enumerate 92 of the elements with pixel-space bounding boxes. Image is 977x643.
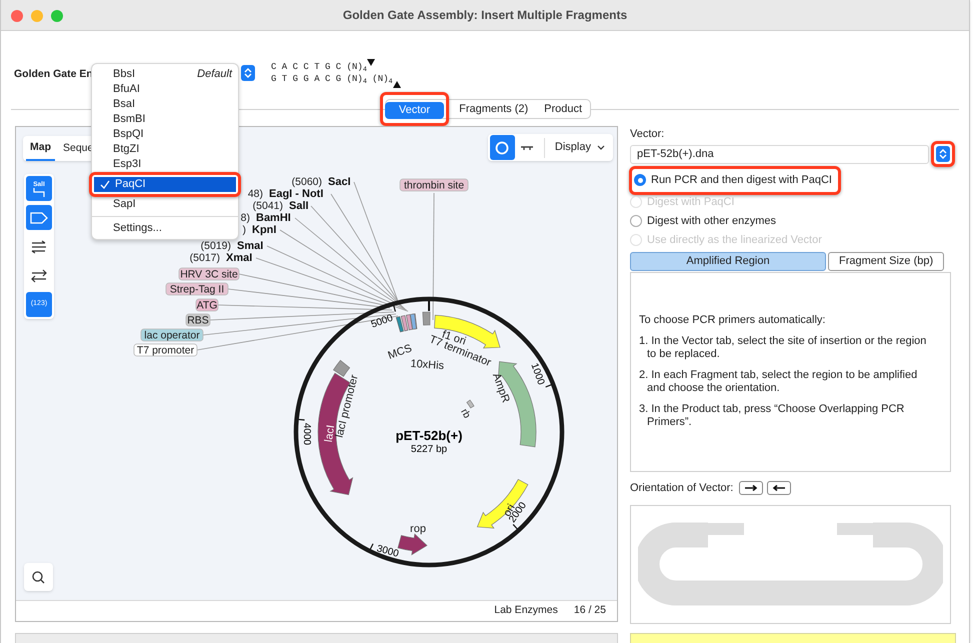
cut-site-icon (32, 188, 46, 196)
enzyme-position: (5019) (200, 240, 231, 252)
opposing-arrows-icon (31, 268, 47, 282)
radio-button[interactable] (634, 174, 646, 186)
reverse-orientation-button[interactable] (767, 481, 792, 495)
feature-tag: lac operator (140, 328, 204, 342)
tab[interactable]: Product (536, 100, 590, 118)
enzyme-position: ) (242, 224, 246, 236)
feature-label: lacI promoter (334, 374, 361, 439)
radio-option[interactable]: Digest with other enzymes (630, 212, 956, 230)
enzyme-name: XmaI (226, 252, 252, 264)
instruction-step: 3. In the Product tab, press “Choose Overlapping PCR Primers”. (639, 403, 936, 429)
plasmid-size: 5227 bp (410, 444, 448, 455)
vector-label: Vector: (630, 127, 666, 142)
menu-item[interactable]: BspQI (92, 127, 238, 142)
plasmid-name: pET-52b(+) (396, 428, 462, 443)
enzyme-count: 16 / 25 (574, 603, 606, 618)
feature-tag: thrombin site (400, 178, 468, 192)
enzyme-name: SalI (289, 200, 309, 212)
segment-button[interactable]: Fragment Size (bp) (828, 252, 944, 270)
tick-mark (370, 544, 374, 550)
tick-mark (393, 306, 396, 312)
tick-mark (298, 418, 305, 421)
enzyme-position: (5060) (292, 176, 322, 188)
search-icon (32, 570, 45, 584)
window-title: Golden Gate Assembly: Insert Multiple Fragments (342, 7, 628, 24)
chevron-up-down-icon (244, 68, 252, 78)
enzyme-position: (5017) (190, 252, 220, 264)
feature-tag: T7 promoter (134, 344, 198, 356)
recognition-site-bottom: G T G G A C G (N)$_{4}$ (N)$_{4}$ (271, 73, 393, 85)
menu-item[interactable]: Esp3I (92, 157, 238, 172)
orientation-label: Orientation of Vector: (630, 480, 734, 496)
menu-item[interactable]: BsmBI (92, 112, 238, 127)
cut-mark-icon (366, 59, 375, 66)
feature-arrow-icon (30, 212, 48, 224)
instruction-step: 2. In each Fragment tab, select the region to be amplified and choose the orientation. (639, 369, 936, 395)
feature-label: 10xHis (410, 358, 444, 372)
radio-button[interactable] (630, 215, 642, 227)
menu-item[interactable]: PaqCI (94, 177, 236, 192)
tick-mark (545, 384, 552, 388)
enzyme-select-stepper[interactable] (241, 65, 255, 81)
feature-tag: ATG (196, 298, 218, 312)
segment-button[interactable]: Amplified Region (630, 252, 826, 270)
circle-icon (495, 140, 510, 154)
tick-label: 1000 (528, 362, 546, 386)
radio-option[interactable]: Run PCR and then digest with PaqCI (634, 170, 832, 190)
vector-select-stepper[interactable] (936, 146, 950, 162)
instructions-intro: To choose PCR primers automatically: (639, 314, 826, 327)
linear-icon (521, 144, 534, 150)
enzyme-position: 8) (240, 212, 250, 224)
menu-item[interactable]: SapI (92, 197, 238, 212)
feature-tag: HRV 3C site (178, 268, 240, 280)
feature-label: rop (410, 523, 426, 535)
instruction-step: 1. In the Vector tab, select the site of insertion or the region to be replaced. (639, 335, 936, 361)
stacked-arrows-icon (31, 240, 47, 254)
tick-label: 5000 (370, 312, 394, 331)
tick-label: 4000 (301, 422, 312, 446)
enzyme-position: 48) (248, 188, 263, 200)
menu-item[interactable]: BfuAI (92, 82, 238, 97)
enzyme-set-label: Lab Enzymes (494, 603, 558, 618)
menu-item[interactable]: BsaI (92, 97, 238, 112)
right-arrow-icon (743, 484, 760, 492)
feature-label: AmpR (490, 372, 512, 404)
menu-item[interactable]: BtgZI (92, 142, 238, 157)
tick-label: 3000 (375, 543, 400, 560)
enzyme-position: (5041) (252, 200, 283, 212)
enzyme-name: BamHI (256, 212, 291, 224)
enzyme-name: SmaI (237, 240, 264, 252)
menu-item[interactable]: Settings... (92, 221, 238, 236)
left-arrow-icon (771, 484, 788, 492)
vector-select[interactable]: pET-52b(+).dna (630, 144, 929, 164)
view-tab[interactable]: Map (26, 136, 55, 161)
feature-label: rb (458, 407, 472, 420)
tab[interactable]: Vector (384, 102, 444, 119)
tick-mark (428, 301, 430, 311)
search-button[interactable] (24, 563, 53, 591)
chevron-up-down-icon (939, 149, 947, 159)
enzyme-name: SacI (328, 176, 351, 188)
menu-item[interactable]: BbsI Default (92, 67, 238, 82)
forward-orientation-button[interactable] (739, 481, 764, 495)
close-button[interactable] (11, 10, 23, 22)
cut-mark-icon (392, 81, 401, 88)
features-tool-button[interactable] (26, 205, 52, 230)
tab[interactable]: Fragments (2) (451, 100, 536, 118)
circular-view-button[interactable] (490, 135, 515, 160)
enzyme-name: KpnI (252, 224, 276, 236)
recognition-site-top: C A C C T G C (N)$_{4}$ (271, 61, 367, 73)
chevron-down-icon (597, 145, 605, 150)
feature-tag: Strep-Tag II (166, 282, 228, 296)
feature-tag: RBS (186, 314, 210, 326)
tick-mark (512, 524, 518, 530)
enzyme-name: EagI - NotI (269, 188, 324, 200)
